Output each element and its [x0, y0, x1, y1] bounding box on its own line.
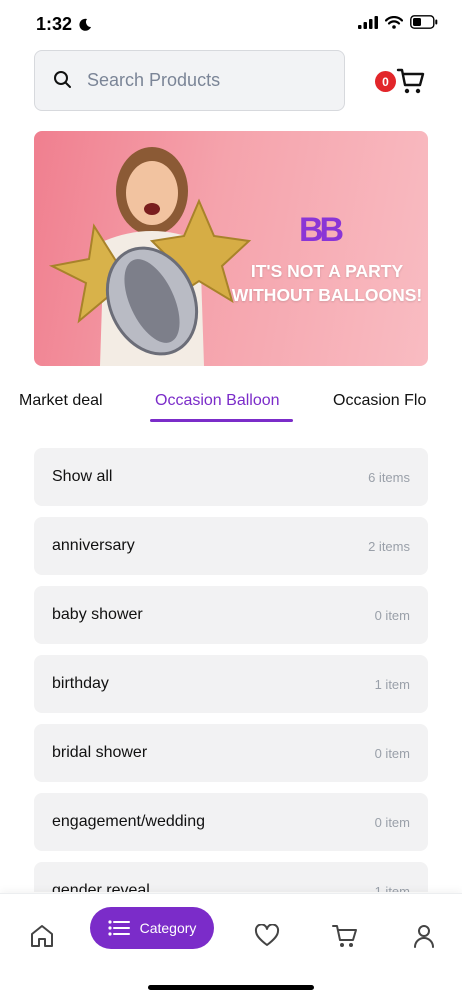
- cart-icon: [332, 925, 357, 947]
- category-list-icon: [107, 920, 130, 936]
- list-item-name: birthday: [52, 675, 109, 692]
- nav-category-label: Category: [139, 920, 197, 936]
- home-indicator: [148, 985, 314, 990]
- list-item-name: bridal shower: [52, 744, 148, 761]
- search-icon: [54, 71, 71, 88]
- list-item[interactable]: birthday 1 item: [34, 655, 428, 713]
- cart-badge: 0: [375, 71, 396, 92]
- nav-wishlist-button[interactable]: [245, 914, 289, 958]
- active-tab-indicator: [150, 419, 293, 422]
- tab-occasion-balloon[interactable]: Occasion Balloon: [155, 392, 280, 410]
- tab-occasion-flowers[interactable]: Occasion Flo: [333, 392, 426, 410]
- nav-cart-button[interactable]: [323, 914, 367, 958]
- status-bar: 1:32: [0, 0, 462, 50]
- list-item-count: 6 items: [368, 469, 410, 485]
- list-item[interactable]: engagement/wedding 0 item: [34, 793, 428, 851]
- tab-market-deal[interactable]: Market deal: [19, 392, 103, 410]
- list-item-count: 0 item: [374, 814, 410, 830]
- battery-icon: [410, 15, 438, 29]
- list-item-name: baby shower: [52, 606, 143, 623]
- list-item-count: 0 item: [374, 745, 410, 761]
- list-item-count: 1 item: [374, 676, 410, 692]
- banner-illustration: [48, 147, 252, 366]
- status-time-text: 1:32: [36, 14, 73, 34]
- search-input[interactable]: [87, 51, 337, 110]
- list-item-count: 2 items: [368, 538, 410, 554]
- list-item-name: anniversary: [52, 537, 135, 554]
- banner-headline: IT'S NOT A PARTY WITHOUT BALLOONS!: [231, 261, 423, 305]
- moon-icon: [79, 18, 92, 31]
- list-item[interactable]: gender reveal 1 item: [34, 862, 428, 892]
- heart-icon: [254, 924, 280, 946]
- list-item-name: Show all: [52, 468, 113, 485]
- cart-icon: [396, 68, 425, 94]
- list-item[interactable]: bridal shower 0 item: [34, 724, 428, 782]
- status-icons: [358, 15, 438, 29]
- home-icon: [31, 925, 53, 947]
- status-time: 1:32: [36, 14, 92, 35]
- promo-banner[interactable]: BB IT'S NOT A PARTY WITHOUT BALLOONS!: [34, 131, 428, 366]
- category-tabs: Market deal Occasion Balloon Occasion Fl…: [0, 380, 462, 424]
- search-bar[interactable]: [34, 50, 345, 111]
- header-cart-button[interactable]: 0: [374, 64, 426, 100]
- nav-profile-button[interactable]: [402, 914, 446, 958]
- nav-category-button[interactable]: Category: [90, 907, 214, 949]
- list-item[interactable]: baby shower 0 item: [34, 586, 428, 644]
- list-item[interactable]: anniversary 2 items: [34, 517, 428, 575]
- subcategory-list: Show all 6 items anniversary 2 items bab…: [34, 448, 428, 892]
- banner-logo: BB: [299, 211, 344, 249]
- list-item[interactable]: Show all 6 items: [34, 448, 428, 506]
- bottom-nav: Category: [0, 893, 462, 1000]
- wifi-icon: [385, 15, 403, 29]
- list-item-name: gender reveal: [52, 882, 150, 892]
- profile-icon: [414, 925, 434, 948]
- list-item-count: 0 item: [374, 607, 410, 623]
- signal-icon: [358, 15, 378, 29]
- list-item-name: engagement/wedding: [52, 813, 206, 830]
- list-item-count: 1 item: [374, 883, 410, 893]
- nav-home-button[interactable]: [20, 914, 64, 958]
